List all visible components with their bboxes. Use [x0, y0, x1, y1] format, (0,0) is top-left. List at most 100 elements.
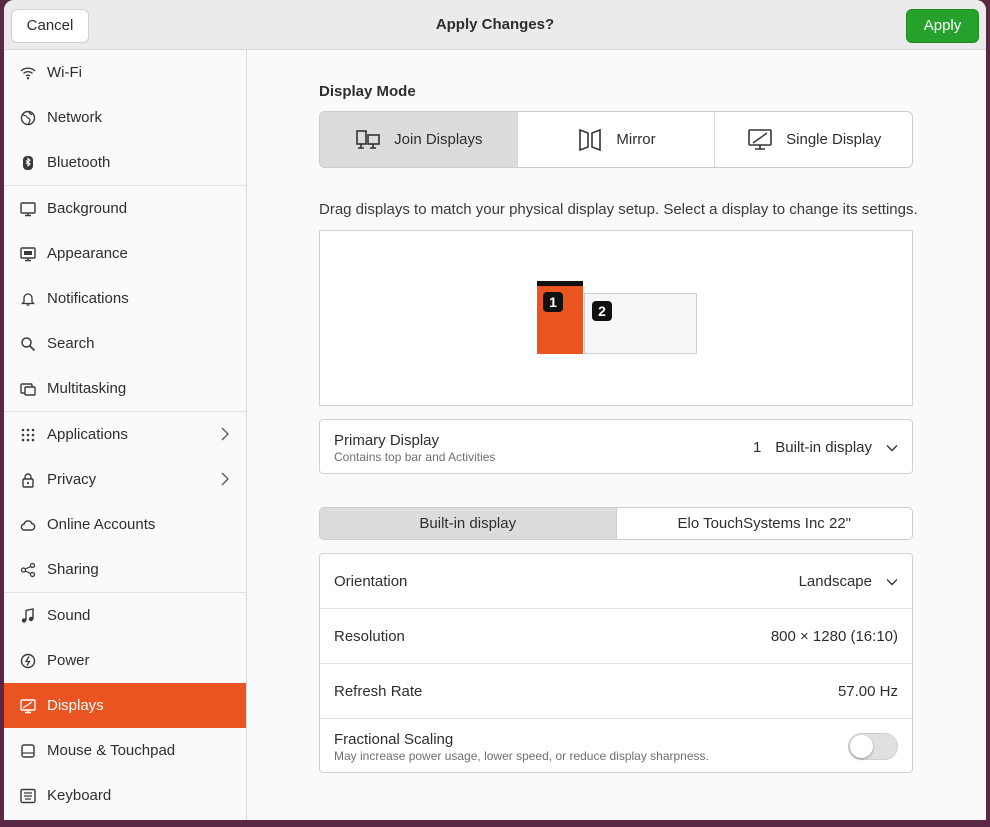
sidebar-item-keyboard[interactable]: Keyboard — [4, 773, 246, 818]
orientation-row[interactable]: Orientation Landscape — [320, 554, 912, 609]
appearance-icon — [20, 246, 36, 262]
sidebar-item-network[interactable]: Network — [4, 95, 246, 140]
sidebar-item-label: Background — [47, 200, 128, 217]
toggle-knob — [850, 735, 873, 758]
sidebar-item-online-accounts[interactable]: Online Accounts — [4, 502, 246, 547]
join-displays-icon — [356, 129, 380, 149]
fractional-scaling-toggle[interactable] — [848, 733, 898, 760]
multitasking-icon — [20, 381, 36, 397]
join-displays-label: Join Displays — [394, 131, 483, 148]
chevron-down-icon — [886, 578, 898, 585]
single-display-label: Single Display — [786, 131, 882, 148]
grid-icon — [20, 427, 36, 443]
display-settings-list: Orientation Landscape Resolution 800 × 1… — [319, 553, 913, 773]
sidebar-item-mouse-touchpad[interactable]: Mouse & Touchpad — [4, 728, 246, 773]
orientation-label: Orientation — [334, 573, 408, 590]
display-arrangement-area[interactable]: 1 2 — [319, 230, 913, 406]
displays-panel: Display Mode Join Displays Mirror Single… — [247, 50, 986, 820]
sidebar-item-label: Sound — [47, 607, 91, 624]
sidebar-item-label: Applications — [47, 426, 128, 443]
sidebar-item-label: Wi-Fi — [47, 64, 82, 81]
bluetooth-icon — [20, 155, 36, 171]
sidebar-item-label: Mouse & Touchpad — [47, 742, 176, 759]
sidebar-item-bluetooth[interactable]: Bluetooth — [4, 140, 246, 185]
display-mode-heading: Display Mode — [319, 83, 416, 100]
keyboard-icon — [20, 788, 36, 804]
sidebar-item-sound[interactable]: Sound — [4, 593, 246, 638]
background-icon — [20, 201, 36, 217]
sidebar-item-label: Power — [47, 652, 90, 669]
sidebar: Wi-Fi Network Bluetooth Background Appea… — [4, 50, 247, 820]
lock-icon — [20, 472, 36, 488]
chevron-right-icon — [221, 427, 229, 441]
monitor-2-thumbnail[interactable]: 2 — [584, 293, 697, 354]
tab-built-in-display[interactable]: Built-in display — [320, 508, 617, 539]
sidebar-item-sharing[interactable]: Sharing — [4, 547, 246, 592]
sidebar-item-multitasking[interactable]: Multitasking — [4, 366, 246, 411]
sidebar-item-power[interactable]: Power — [4, 638, 246, 683]
fractional-scaling-row: Fractional Scaling May increase power us… — [320, 719, 912, 774]
primary-display-row[interactable]: Primary Display Contains top bar and Act… — [319, 419, 913, 474]
sidebar-item-label: Appearance — [47, 245, 128, 262]
bell-icon — [20, 291, 36, 307]
search-icon — [20, 336, 36, 352]
monitor-2-badge: 2 — [592, 301, 612, 321]
sidebar-item-background[interactable]: Background — [4, 186, 246, 231]
music-note-icon — [20, 607, 36, 624]
mirror-button[interactable]: Mirror — [518, 112, 716, 167]
primary-display-title: Primary Display — [334, 432, 440, 449]
tab-elo-touchsystems[interactable]: Elo TouchSystems Inc 22" — [617, 508, 913, 539]
settings-window: Apply Changes? Cancel Apply Wi-Fi Networ… — [4, 0, 986, 820]
single-display-icon — [748, 128, 772, 150]
chevron-right-icon — [221, 472, 229, 486]
orientation-dropdown[interactable]: Landscape — [799, 573, 898, 590]
sidebar-item-privacy[interactable]: Privacy — [4, 457, 246, 502]
network-icon — [20, 110, 36, 126]
sidebar-item-appearance[interactable]: Appearance — [4, 231, 246, 276]
resolution-label: Resolution — [334, 628, 405, 645]
monitor-1-badge: 1 — [543, 292, 563, 312]
resolution-row[interactable]: Resolution 800 × 1280 (16:10) — [320, 609, 912, 664]
primary-display-value: Built-in display — [775, 439, 872, 456]
refresh-rate-value: 57.00 Hz — [837, 683, 898, 700]
primary-display-subtitle: Contains top bar and Activities — [334, 450, 496, 464]
dialog-title: Apply Changes? — [435, 16, 555, 33]
sidebar-item-applications[interactable]: Applications — [4, 412, 246, 457]
single-display-button[interactable]: Single Display — [715, 112, 912, 167]
apply-button[interactable]: Apply — [906, 9, 979, 43]
sidebar-item-label: Keyboard — [47, 787, 112, 804]
primary-display-dropdown[interactable]: 1 Built-in display — [753, 439, 898, 456]
refresh-rate-label: Refresh Rate — [334, 683, 423, 700]
sidebar-item-displays[interactable]: Displays — [4, 683, 246, 728]
sidebar-item-label: Search — [47, 335, 95, 352]
sidebar-item-label: Privacy — [47, 471, 97, 488]
title-bar: Apply Changes? Cancel Apply — [4, 0, 986, 50]
fractional-scaling-label: Fractional Scaling — [334, 731, 454, 748]
join-displays-button[interactable]: Join Displays — [320, 112, 518, 167]
refresh-rate-row[interactable]: Refresh Rate 57.00 Hz — [320, 664, 912, 719]
mirror-label: Mirror — [616, 131, 656, 148]
sidebar-item-search[interactable]: Search — [4, 321, 246, 366]
sidebar-item-label: Displays — [47, 697, 104, 714]
sidebar-item-label: Network — [47, 109, 103, 126]
sidebar-item-label: Notifications — [47, 290, 129, 307]
orientation-value: Landscape — [798, 573, 872, 590]
cancel-button[interactable]: Cancel — [11, 9, 89, 43]
sidebar-item-notifications[interactable]: Notifications — [4, 276, 246, 321]
monitor-1-thumbnail[interactable]: 1 — [537, 281, 583, 354]
wifi-icon — [20, 65, 36, 81]
display-tabs: Built-in display Elo TouchSystems Inc 22… — [319, 507, 913, 540]
sidebar-item-label: Bluetooth — [47, 154, 111, 171]
primary-display-number: 1 — [752, 439, 762, 456]
cloud-icon — [20, 517, 36, 533]
arrangement-hint: Drag displays to match your physical dis… — [319, 201, 918, 218]
sidebar-item-wifi[interactable]: Wi-Fi — [4, 50, 246, 95]
mouse-icon — [20, 743, 36, 759]
sidebar-item-label: Sharing — [47, 561, 99, 578]
power-icon — [20, 653, 36, 669]
fractional-scaling-subtitle: May increase power usage, lower speed, o… — [334, 749, 709, 763]
mirror-icon — [579, 128, 602, 151]
display-mode-selector: Join Displays Mirror Single Display — [319, 111, 913, 168]
resolution-value: 800 × 1280 (16:10) — [770, 628, 898, 645]
display-icon — [20, 698, 36, 714]
